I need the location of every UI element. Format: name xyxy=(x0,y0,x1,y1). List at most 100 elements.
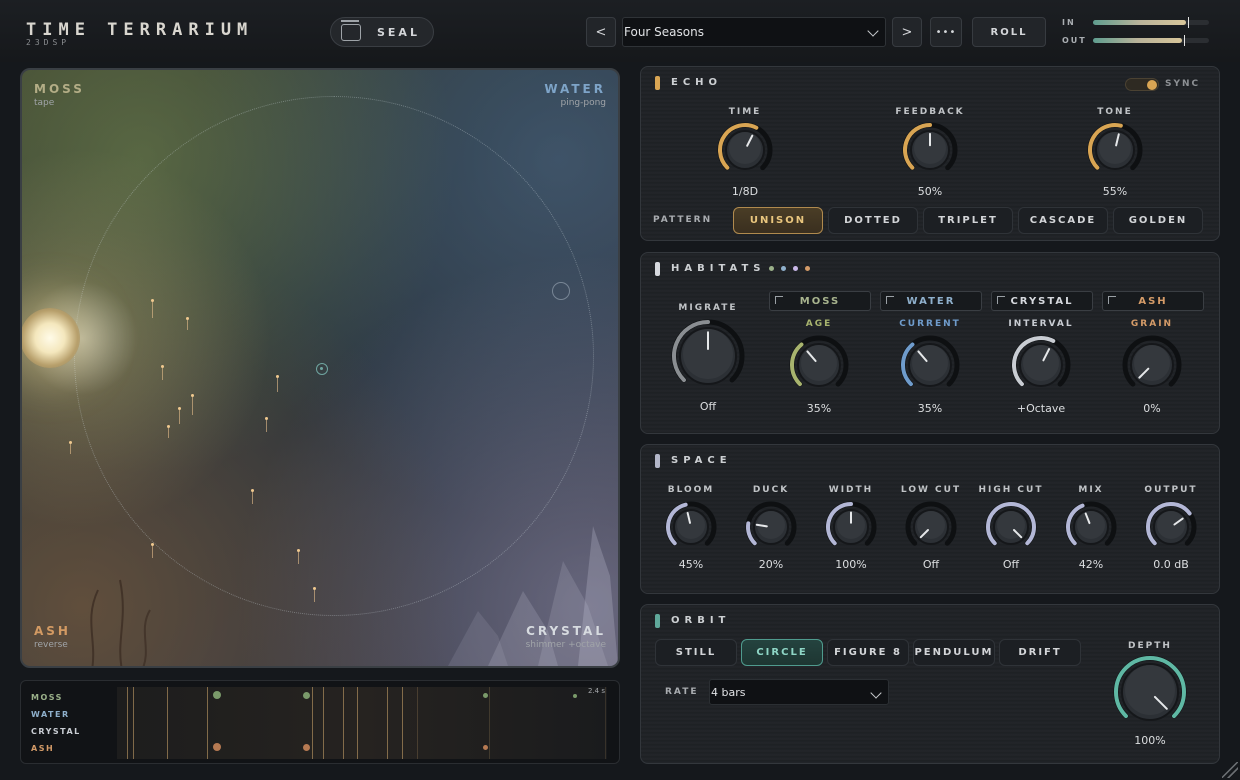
top-bar: TIME TERRARIUM 23DSP SEAL < Four Seasons… xyxy=(0,0,1240,62)
orbit-mode-drift[interactable]: DRIFT xyxy=(999,639,1081,666)
out-meter xyxy=(1093,35,1209,46)
feedback-value: 50% xyxy=(917,185,943,198)
time-value: 1/8D xyxy=(731,185,759,198)
timeline-area[interactable] xyxy=(117,687,607,759)
corner-moss-sub: tape xyxy=(34,98,55,108)
tap-marker xyxy=(489,687,490,759)
resize-grip-icon[interactable] xyxy=(1222,762,1238,778)
grain-stem xyxy=(251,489,254,504)
more-options-button[interactable]: ••• xyxy=(930,17,962,47)
corner-moss[interactable]: MOSS tape xyxy=(34,82,85,108)
interval-value: +Octave xyxy=(1016,402,1066,415)
moss-tap-dot xyxy=(483,693,488,698)
grain-value: 0% xyxy=(1143,402,1161,415)
habitats-led xyxy=(655,262,660,276)
corner-ash-name: ASH xyxy=(34,624,71,638)
echo-timeline[interactable]: MOSS WATER CRYSTAL ASH 2.4 s xyxy=(20,680,620,764)
chevron-down-icon xyxy=(870,687,882,699)
corner-water[interactable]: WATER ping-pong xyxy=(544,82,606,108)
seal-button[interactable]: SEAL xyxy=(330,17,434,47)
age-label: AGE xyxy=(805,319,833,329)
prev-preset-button[interactable]: < xyxy=(586,17,616,47)
moss-tap-dot xyxy=(303,692,310,699)
rate-select[interactable]: 4 bars xyxy=(709,679,889,705)
pattern-golden[interactable]: GOLDEN xyxy=(1113,207,1203,234)
corner-ash[interactable]: ASH reverse xyxy=(34,624,71,650)
corner-icon xyxy=(886,296,894,304)
space-title: SPACE xyxy=(671,455,732,466)
orbit-node[interactable] xyxy=(552,282,570,300)
center-target[interactable] xyxy=(316,363,328,375)
space-led xyxy=(655,454,660,468)
low-cut-knob[interactable] xyxy=(905,501,957,553)
habitat-tab-crystal[interactable]: CRYSTAL xyxy=(991,291,1093,311)
ash-dot xyxy=(805,266,810,271)
habitats-panel: HABITATS MIGRATE Off MOSS WATER CRYSTAL … xyxy=(640,252,1220,434)
tap-marker xyxy=(417,687,418,759)
pattern-dotted[interactable]: DOTTED xyxy=(828,207,918,234)
crystal-dot xyxy=(793,266,798,271)
age-knob[interactable] xyxy=(789,335,849,395)
grain-stem xyxy=(178,407,181,424)
feedback-knob[interactable] xyxy=(902,122,958,178)
migrate-value: Off xyxy=(699,400,717,413)
roll-button[interactable]: ROLL xyxy=(972,17,1046,47)
interval-label: INTERVAL xyxy=(1008,319,1074,329)
output-value: 0.0 dB xyxy=(1153,558,1189,571)
high-cut-knob[interactable] xyxy=(985,501,1037,553)
feedback-label: FEEDBACK xyxy=(895,107,965,117)
grain-knob[interactable] xyxy=(1122,335,1182,395)
brand: TIME TERRARIUM 23DSP xyxy=(26,20,253,47)
corner-icon xyxy=(775,296,783,304)
tap-marker xyxy=(323,687,324,759)
corner-crystal[interactable]: CRYSTAL shimmer +octave xyxy=(526,624,606,650)
width-knob[interactable] xyxy=(825,501,877,553)
tap-marker xyxy=(167,687,168,759)
grain-stem xyxy=(69,441,72,454)
sync-toggle[interactable] xyxy=(1125,78,1159,91)
preset-select[interactable]: Four Seasons xyxy=(622,17,886,47)
tone-value: 55% xyxy=(1102,185,1128,198)
habitat-tab-ash[interactable]: ASH xyxy=(1102,291,1204,311)
orbit-mode-figure-8[interactable]: FIGURE 8 xyxy=(827,639,909,666)
output-knob[interactable] xyxy=(1145,501,1197,553)
current-label: CURRENT xyxy=(899,319,961,329)
bloom-knob[interactable] xyxy=(665,501,717,553)
corner-icon xyxy=(997,296,1005,304)
age-value: 35% xyxy=(806,402,832,415)
echo-title: ECHO xyxy=(671,77,723,88)
pattern-cascade[interactable]: CASCADE xyxy=(1018,207,1108,234)
duck-knob[interactable] xyxy=(745,501,797,553)
time-label: TIME xyxy=(728,107,762,117)
grain-stem xyxy=(191,394,194,415)
grain-stem xyxy=(151,299,154,318)
orbit-mode-still[interactable]: STILL xyxy=(655,639,737,666)
pattern-triplet[interactable]: TRIPLET xyxy=(923,207,1013,234)
corner-crystal-name: CRYSTAL xyxy=(526,624,606,638)
orbit-led xyxy=(655,614,660,628)
terrarium-stage[interactable]: MOSS tape WATER ping-pong ASH reverse CR… xyxy=(20,68,620,668)
habitats-title: HABITATS xyxy=(671,263,766,274)
orbit-mode-circle[interactable]: CIRCLE xyxy=(741,639,823,666)
next-preset-button[interactable]: > xyxy=(892,17,922,47)
ash-roots xyxy=(90,579,151,666)
tap-marker xyxy=(387,687,388,759)
current-knob[interactable] xyxy=(900,335,960,395)
grain-stem xyxy=(161,365,164,380)
time-knob[interactable] xyxy=(717,122,773,178)
orbit-mode-pendulum[interactable]: PENDULUM xyxy=(913,639,995,666)
orbit-sun-handle[interactable] xyxy=(22,308,80,368)
depth-knob[interactable] xyxy=(1113,655,1187,729)
corner-water-name: WATER xyxy=(544,82,606,96)
habitat-tab-moss[interactable]: MOSS xyxy=(769,291,871,311)
pattern-unison[interactable]: UNISON xyxy=(733,207,823,234)
tone-knob[interactable] xyxy=(1087,122,1143,178)
migrate-knob[interactable] xyxy=(671,319,745,393)
moss-tap-dot xyxy=(213,691,221,699)
pattern-label: PATTERN xyxy=(653,215,713,225)
grain-stem xyxy=(276,375,279,392)
habitat-tab-water[interactable]: WATER xyxy=(880,291,982,311)
tap-marker xyxy=(605,687,606,759)
mix-knob[interactable] xyxy=(1065,501,1117,553)
interval-knob[interactable] xyxy=(1011,335,1071,395)
